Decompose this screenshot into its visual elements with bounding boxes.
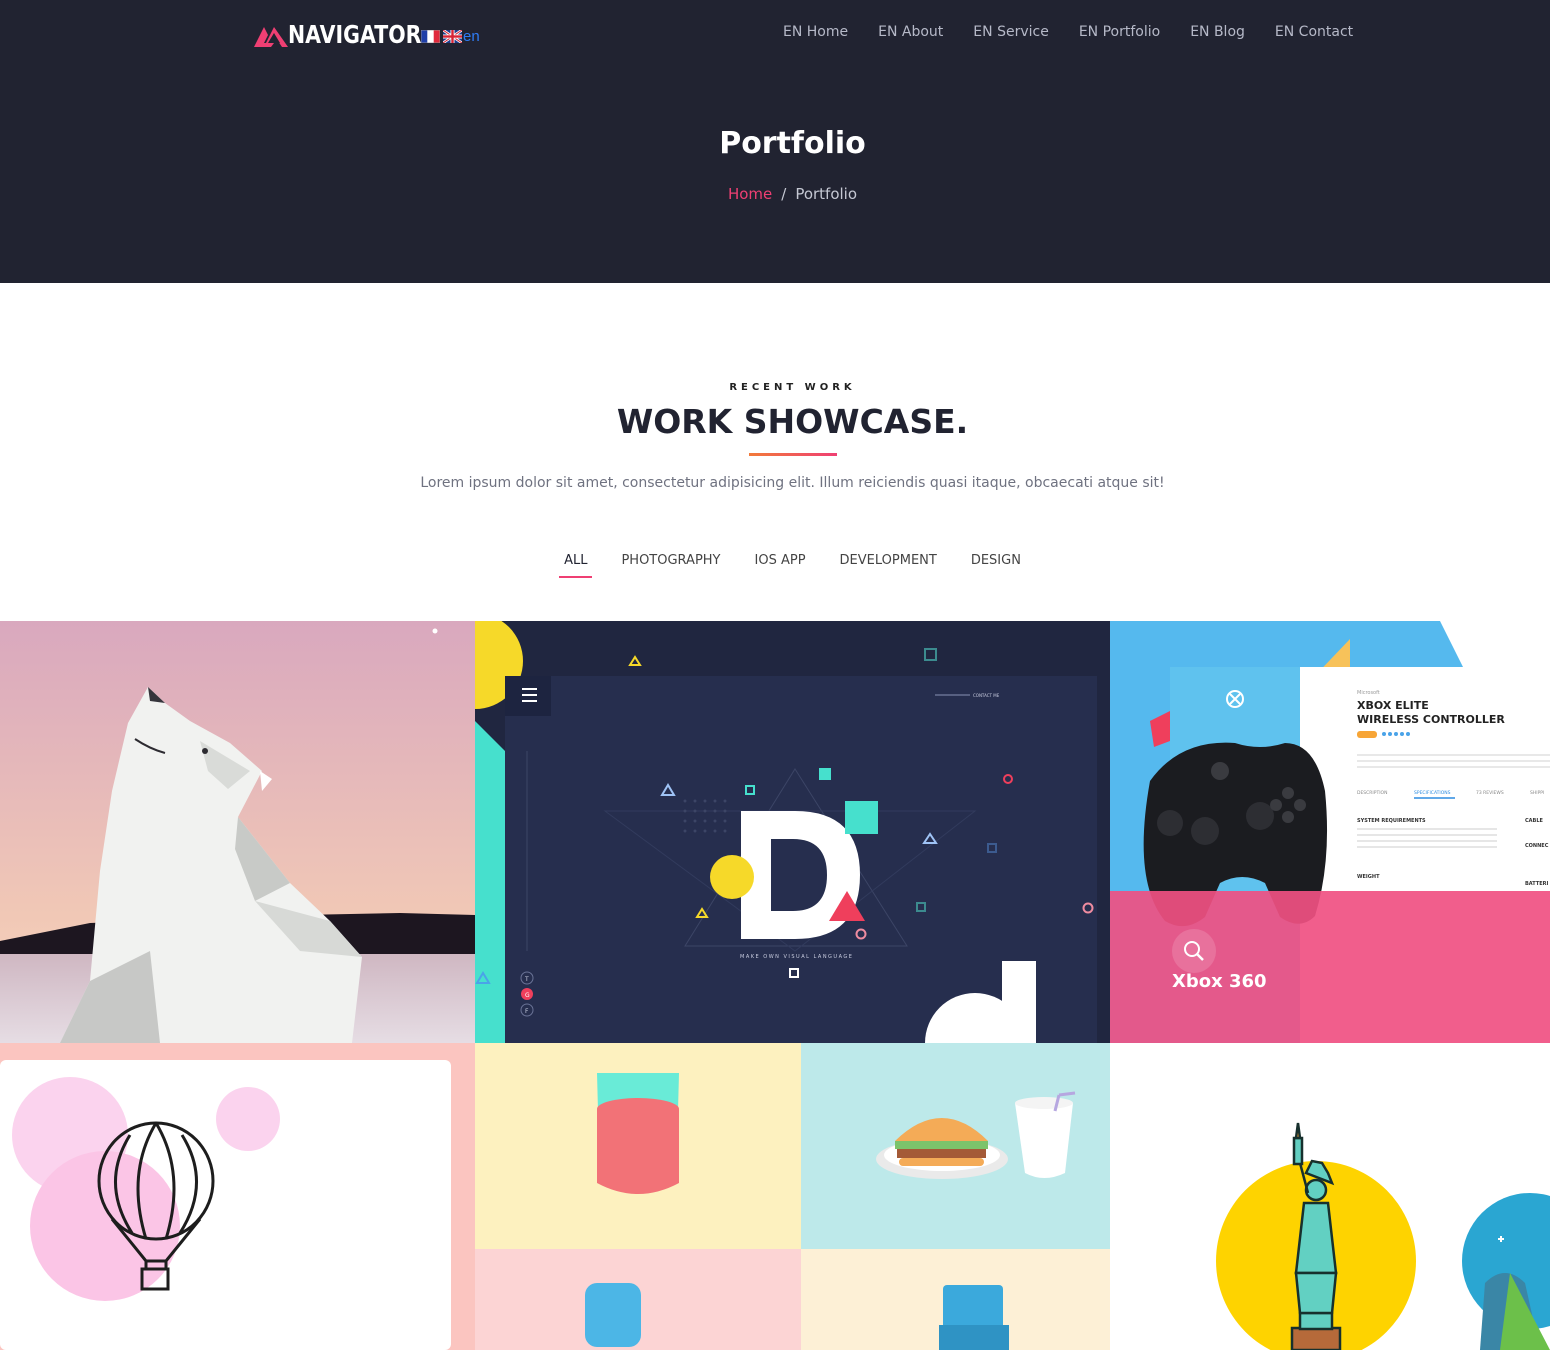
section-title-underline bbox=[749, 453, 837, 456]
xbox-card-spec-cable: CABLE bbox=[1525, 818, 1544, 824]
social-letter-g: G bbox=[525, 992, 530, 999]
xbox-card-tab-specifications: SPECIFICATIONS bbox=[1414, 790, 1451, 796]
nav-portfolio[interactable]: EN Portfolio bbox=[1079, 24, 1160, 40]
xbox-card-brand: Microsoft bbox=[1357, 690, 1380, 696]
nav-contact[interactable]: EN Contact bbox=[1275, 24, 1353, 40]
section-title: WORK SHOWCASE. bbox=[616, 402, 969, 441]
nav-blog[interactable]: EN Blog bbox=[1190, 24, 1245, 40]
filter-all[interactable]: ALL bbox=[558, 553, 593, 578]
breadcrumb: Home / Portfolio bbox=[0, 185, 1550, 203]
letter-d-visual-language: CONTACT ME MAKE OWN VISUAL LANGUAGE T G … bbox=[475, 621, 1110, 1043]
portfolio-item-xbox[interactable]: Microsoft XBOX ELITE WIRELESS CONTROLLER… bbox=[1110, 621, 1550, 1043]
portfolio-filters: ALL PHOTOGRAPHY IOS APP DEVELOPMENT DESI… bbox=[0, 553, 1550, 578]
social-letter-t: T bbox=[524, 976, 529, 983]
portfolio-item-title[interactable]: Xbox 360 bbox=[1172, 971, 1267, 992]
breadcrumb-separator: / bbox=[781, 185, 787, 203]
logo-icon bbox=[254, 26, 288, 47]
page-header: NAVIGATOR en EN Home EN About EN Service… bbox=[0, 0, 1550, 283]
section-subtitle: Lorem ipsum dolor sit amet, consectetur … bbox=[420, 475, 1165, 491]
food-and-drink-illustration bbox=[475, 1043, 1110, 1350]
filter-design[interactable]: DESIGN bbox=[971, 553, 1021, 578]
nav-home[interactable]: EN Home bbox=[783, 24, 848, 40]
filter-development[interactable]: DEVELOPMENT bbox=[840, 553, 937, 578]
xbox-card-tab-reviews: 73 REVIEWS bbox=[1476, 790, 1504, 796]
xbox-card-spec-requirements: SYSTEM REQUIREMENTS bbox=[1357, 818, 1426, 824]
xbox-card-tab-description: DESCRIPTION bbox=[1357, 790, 1387, 796]
xbox-card-title-2: WIRELESS CONTROLLER bbox=[1357, 713, 1505, 726]
brand-name: NAVIGATOR bbox=[288, 20, 422, 49]
uk-flag-icon[interactable] bbox=[443, 30, 462, 43]
breadcrumb-current: Portfolio bbox=[795, 185, 858, 203]
portfolio-item-hot-air-balloon[interactable] bbox=[0, 1043, 475, 1350]
xbox-card-spec-battery: BATTERI bbox=[1525, 881, 1548, 887]
xbox-hover-overlay[interactable]: Xbox 360 bbox=[1110, 891, 1550, 1043]
search-icon[interactable] bbox=[1172, 929, 1216, 973]
statue-of-liberty-icon bbox=[1110, 1043, 1550, 1350]
social-letter-f: F bbox=[525, 1008, 529, 1015]
section-eyebrow: RECENT WORK bbox=[729, 382, 856, 393]
portfolio-item-polar-bear[interactable] bbox=[0, 621, 475, 1043]
language-switcher[interactable]: en bbox=[421, 28, 480, 45]
filter-ios-app[interactable]: IOS APP bbox=[755, 553, 806, 578]
filter-photography[interactable]: PHOTOGRAPHY bbox=[621, 553, 720, 578]
xbox-card-title-1: XBOX ELITE bbox=[1357, 699, 1429, 712]
nav-service[interactable]: EN Service bbox=[973, 24, 1049, 40]
contact-me-text: CONTACT ME bbox=[973, 693, 1000, 698]
polar-bear-illustration bbox=[0, 621, 475, 1043]
portfolio-item-visual-language[interactable]: CONTACT ME MAKE OWN VISUAL LANGUAGE T G … bbox=[475, 621, 1110, 1043]
portfolio-item-statue-of-liberty[interactable] bbox=[1110, 1043, 1550, 1350]
main-nav: EN Home EN About EN Service EN Portfolio… bbox=[783, 24, 1383, 40]
xbox-card-tab-shipping: SHIPPI bbox=[1530, 790, 1544, 796]
breadcrumb-home-link[interactable]: Home bbox=[728, 185, 772, 203]
language-label[interactable]: en bbox=[463, 28, 480, 45]
page-title: Portfolio bbox=[719, 126, 866, 161]
xbox-card-spec-connectivity: CONNEC bbox=[1525, 843, 1549, 849]
visual-language-caption: MAKE OWN VISUAL LANGUAGE bbox=[740, 954, 853, 960]
portfolio-item-food-illustrations[interactable] bbox=[475, 1043, 1110, 1350]
french-flag-icon[interactable] bbox=[421, 30, 440, 43]
xbox-card-spec-weight: WEIGHT bbox=[1357, 874, 1380, 880]
hot-air-balloon-icon bbox=[0, 1043, 475, 1350]
nav-about[interactable]: EN About bbox=[878, 24, 943, 40]
